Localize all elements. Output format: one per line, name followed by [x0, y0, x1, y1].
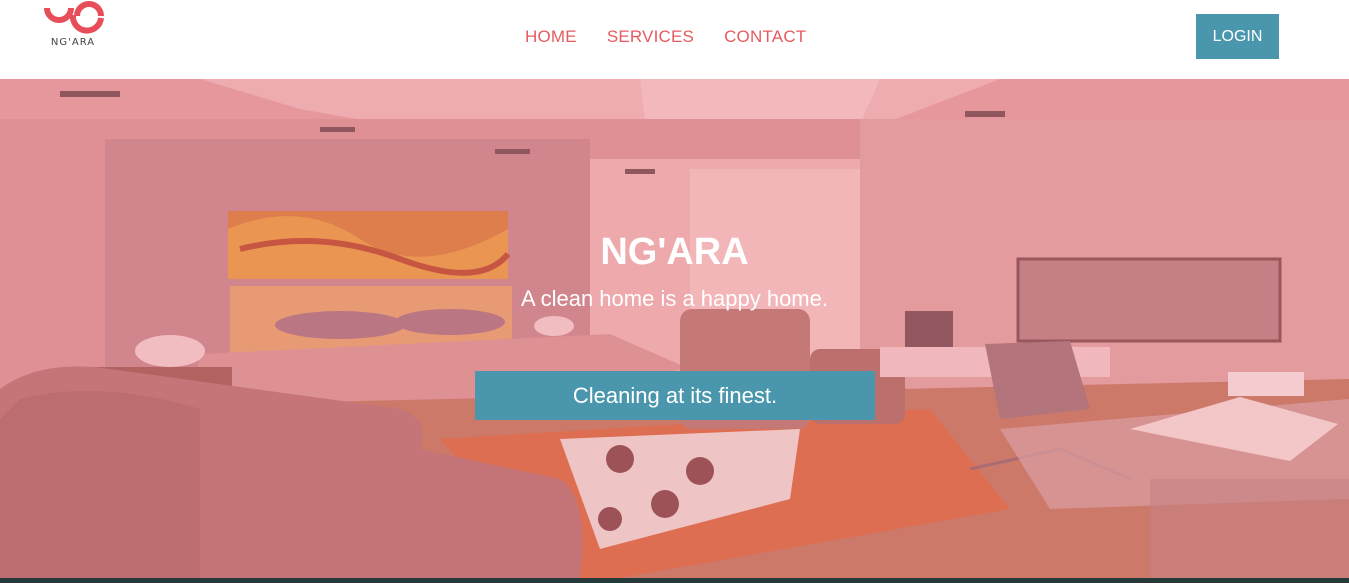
login-button[interactable]: LOGIN	[1196, 14, 1279, 59]
main-nav: HOME SERVICES CONTACT	[525, 27, 806, 47]
nav-home-link[interactable]: HOME	[525, 27, 577, 47]
hero-title: NG'ARA	[600, 231, 749, 273]
site-header: NG'ARA HOME SERVICES CONTACT LOGIN	[0, 0, 1349, 79]
hero-cta-button[interactable]: Cleaning at its finest.	[475, 371, 875, 420]
brand-logo[interactable]: NG'ARA	[40, 0, 108, 52]
hero-tagline: A clean home is a happy home.	[521, 286, 828, 311]
brand-logo-icon	[44, 1, 104, 34]
nav-contact-link[interactable]: CONTACT	[724, 27, 806, 47]
brand-logo-text: NG'ARA	[50, 37, 96, 48]
footer-edge	[0, 578, 1349, 583]
hero-color-overlay	[0, 79, 1349, 578]
hero-section: NG'ARA A clean home is a happy home. Cle…	[0, 79, 1349, 578]
nav-services-link[interactable]: SERVICES	[607, 27, 694, 47]
